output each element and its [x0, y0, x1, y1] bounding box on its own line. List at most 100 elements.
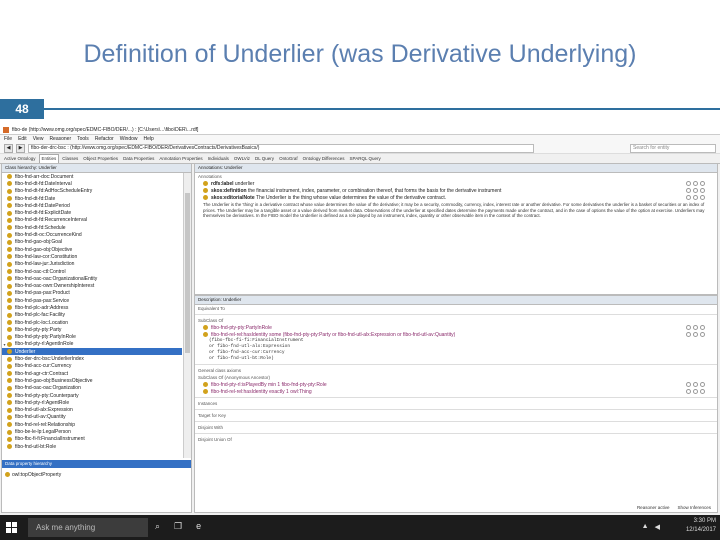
tree-row[interactable]: fibo-fnd-oac-ctl:Control — [2, 268, 182, 275]
axiom-row[interactable]: fibo-fnd-pty-pty:PartyInRole — [195, 324, 717, 331]
edit-icon[interactable] — [700, 325, 705, 330]
menu-item[interactable]: Refactor — [95, 136, 114, 142]
taskbar-search-input[interactable]: Ask me anything — [28, 518, 148, 537]
microphone-icon[interactable]: ⌕ — [155, 521, 160, 532]
tree-row[interactable]: fibo-fnd-pty-pty:Counterparty — [2, 392, 182, 399]
at-icon[interactable] — [686, 325, 691, 330]
axiom-row[interactable]: fibo-fnd-rel-rel:hasIdentity some (fibo-… — [195, 331, 717, 338]
tree-row[interactable]: fibo-fnd-agr-ctr:Contract — [2, 370, 182, 377]
axiom-row[interactable]: fibo-fnd-pty-rl:isPlayedBy min 1 fibo-fn… — [195, 381, 717, 388]
tree-row[interactable]: fibo-fnd-dt-fd:DateInterval — [2, 180, 182, 187]
task-view-icon[interactable]: ❐ — [174, 521, 182, 532]
tree-row[interactable]: ▾ fibo-fnd-pty-rl:AgentInRole — [2, 341, 182, 348]
menu-item[interactable]: Window — [120, 136, 138, 142]
tab-item[interactable]: Ontology Differences — [301, 155, 347, 163]
tree-scrollbar[interactable] — [183, 173, 191, 458]
windows-start-icon[interactable] — [6, 522, 17, 533]
tab-item[interactable]: OntoGraf — [277, 155, 300, 163]
edit-icon[interactable] — [700, 389, 705, 394]
edit-icon[interactable] — [700, 188, 705, 193]
tree-row[interactable]: fibo-fnd-utl-bt:Role — [2, 443, 182, 450]
tree-row[interactable]: fibo-fnd-utl-alx:Expression — [2, 407, 182, 414]
tree-row[interactable]: fibo-fbc-fi-fi:FinancialInstrument — [2, 436, 182, 443]
ontology-address-input[interactable]: fibo-der-drc-bsc : (http://www.omg.org/s… — [28, 143, 534, 153]
delete-icon[interactable] — [693, 332, 698, 337]
tab-item[interactable]: Individuals — [206, 155, 231, 163]
tree-row[interactable]: fibo-fnd-gao-obj:BusinessObjective — [2, 377, 182, 384]
edit-icon[interactable] — [700, 195, 705, 200]
tree-row[interactable]: fibo-fnd-rel-rel:Relationship — [2, 421, 182, 428]
delete-icon[interactable] — [693, 325, 698, 330]
menu-item[interactable]: Help — [144, 136, 154, 142]
edit-icon[interactable] — [700, 382, 705, 387]
tab-item[interactable]: OWLViz — [232, 155, 252, 163]
tree-row[interactable]: fibo-fnd-pas-pas:Product — [2, 290, 182, 297]
tree-row[interactable]: fibo-der-drc-bsc:UnderlierIndex — [2, 355, 182, 362]
entity-search-input[interactable]: Search for entity — [630, 143, 716, 153]
tab-item[interactable]: Object Properties — [81, 155, 120, 163]
edge-icon[interactable]: e — [196, 521, 201, 532]
at-icon[interactable] — [686, 188, 691, 193]
tab-item[interactable]: Active Ontology — [2, 155, 38, 163]
tab-item[interactable]: Annotation Properties — [157, 155, 204, 163]
at-icon[interactable] — [686, 332, 691, 337]
tree-row[interactable]: fibo-fnd-law-jur:Jurisdiction — [2, 261, 182, 268]
tree-row[interactable]: fibo-fnd-oac-oac:OrganizationalEntity — [2, 275, 182, 282]
tree-row[interactable]: fibo-fnd-law-cor:Constitution — [2, 253, 182, 260]
tree-row[interactable]: fibo-fnd-plc-fac:Facility — [2, 312, 182, 319]
at-icon[interactable] — [686, 195, 691, 200]
show-inferences-toggle[interactable]: Show Inferences — [677, 505, 711, 510]
menu-item[interactable]: Reasoner — [49, 136, 71, 142]
tree-row[interactable]: fibo-fnd-pty-rl:AgentRole — [2, 399, 182, 406]
tree-row[interactable]: fibo-fnd-dt-fd:ExplicitDate — [2, 209, 182, 216]
tree-row[interactable]: fibo-fnd-utl-av:Quantity — [2, 414, 182, 421]
tree-row[interactable]: fibo-fnd-dt-oc:OccurrenceKind — [2, 231, 182, 238]
tree-row[interactable]: fibo-fnd-pas-pas:Service — [2, 297, 182, 304]
tab-item[interactable]: DL Query — [253, 155, 276, 163]
tree-row[interactable]: fibo-fnd-pty-pty:PartyInRole — [2, 334, 182, 341]
delete-icon[interactable] — [693, 382, 698, 387]
tree-row[interactable]: fibo-fnd-dt-fd:Date — [2, 195, 182, 202]
menu-item[interactable]: Tools — [77, 136, 89, 142]
tree-row[interactable]: fibo-fnd-oac-own:OwnershipInterest — [2, 282, 182, 289]
axiom-row[interactable]: skos:editorialNote The Underlier is the … — [195, 194, 717, 201]
menu-item[interactable]: View — [33, 136, 44, 142]
axiom-row[interactable]: rdfs:label underlier — [195, 180, 717, 187]
property-hierarchy-header[interactable]: Data property hierarchy — [2, 460, 191, 468]
at-icon[interactable] — [686, 382, 691, 387]
tree-row[interactable]: fibo-fnd-arr-doc:Document — [2, 173, 182, 180]
tab-item[interactable]: Entities — [38, 154, 60, 163]
tree-row[interactable]: fibo-be-le-lp:LegalPerson — [2, 428, 182, 435]
tab-item[interactable]: SPARQL Query — [348, 155, 383, 163]
menu-item[interactable]: Edit — [18, 136, 27, 142]
forward-arrow-icon[interactable]: ▶ — [16, 143, 25, 153]
tree-row[interactable]: fibo-fnd-gao-obj:Goal — [2, 239, 182, 246]
tree-row[interactable]: fibo-fnd-plc-loc:Location — [2, 319, 182, 326]
tree-row[interactable]: fibo-fnd-dt-fd:AdHocScheduleEntry — [2, 188, 182, 195]
tree-row[interactable]: Underlier — [2, 348, 182, 356]
at-icon[interactable] — [686, 389, 691, 394]
clock[interactable]: 3:30 PM 12/14/2017 — [686, 517, 716, 535]
delete-icon[interactable] — [693, 188, 698, 193]
network-icon[interactable]: ▲ — [642, 523, 649, 531]
tree-row[interactable]: fibo-fnd-plc-adr:Address — [2, 304, 182, 311]
tab-item[interactable]: Classes — [60, 155, 80, 163]
axiom-row[interactable]: fibo-fnd-rel-rel:hasIdentity exactly 1 o… — [195, 388, 717, 395]
tab-item[interactable]: Data Properties — [121, 155, 156, 163]
tree-row[interactable]: fibo-fnd-dt-fd:Schedule — [2, 224, 182, 231]
tree-row[interactable]: fibo-fnd-acc-cur:Currency — [2, 363, 182, 370]
tree-row[interactable]: fibo-fnd-dt-fd:DatePeriod — [2, 202, 182, 209]
delete-icon[interactable] — [693, 195, 698, 200]
back-arrow-icon[interactable]: ◀ — [4, 143, 13, 153]
tree-scrollbar-thumb[interactable] — [185, 193, 190, 353]
tree-row[interactable]: fibo-fnd-gao-obj:Objective — [2, 246, 182, 253]
edit-icon[interactable] — [700, 181, 705, 186]
edit-icon[interactable] — [700, 332, 705, 337]
delete-icon[interactable] — [693, 389, 698, 394]
tree-row[interactable]: fibo-fnd-oac-oac:Organization — [2, 385, 182, 392]
at-icon[interactable] — [686, 181, 691, 186]
delete-icon[interactable] — [693, 181, 698, 186]
volume-icon[interactable]: ◀ — [655, 523, 660, 531]
axiom-row[interactable]: skos:definition the financial instrument… — [195, 187, 717, 194]
menu-item[interactable]: File — [4, 136, 12, 142]
